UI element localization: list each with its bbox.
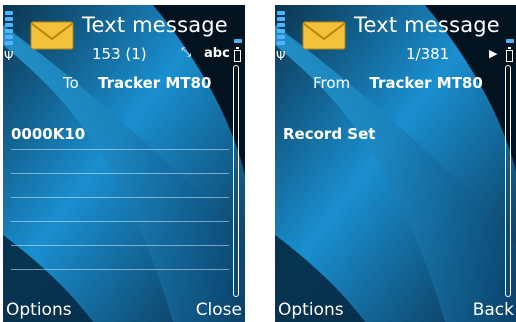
window-title: Text message	[82, 13, 228, 37]
navigation-arrow-icon: ▶	[489, 47, 498, 60]
options-softkey[interactable]: Options	[6, 300, 72, 320]
text-line	[11, 173, 229, 174]
text-input-icon: ⤡	[181, 45, 192, 60]
message-position: 1/381	[406, 45, 450, 63]
compose-screen: Ψ Text message 153 (1) ⤡ abc To Tracker …	[3, 5, 245, 322]
scrollbar[interactable]	[505, 65, 511, 297]
envelope-icon	[302, 21, 346, 50]
options-softkey[interactable]: Options	[278, 300, 344, 320]
antenna-icon: Ψ	[4, 49, 14, 63]
envelope-icon	[30, 21, 74, 50]
recipient-row[interactable]: To Tracker MT80	[63, 74, 211, 92]
input-mode-indicator: abc	[204, 46, 230, 61]
char-counter: 153 (1)	[92, 45, 147, 63]
battery-icon	[234, 47, 241, 62]
back-softkey[interactable]: Back	[473, 300, 514, 320]
signal-strength-icon	[5, 11, 13, 47]
sender-value: Tracker MT80	[369, 74, 483, 92]
antenna-icon: Ψ	[276, 49, 286, 63]
signal-strength-icon	[277, 11, 285, 47]
wallpaper	[275, 5, 516, 322]
text-line	[11, 197, 229, 198]
message-body: Record Set	[283, 125, 376, 143]
text-line	[11, 245, 229, 246]
close-softkey[interactable]: Close	[196, 300, 242, 320]
battery-level-icon	[506, 39, 514, 45]
battery-level-icon	[234, 39, 242, 45]
recipient-value: Tracker MT80	[98, 74, 212, 92]
window-title: Text message	[354, 13, 500, 37]
sender-label: From	[313, 74, 351, 92]
sender-row: From Tracker MT80	[313, 74, 483, 92]
battery-icon	[506, 47, 513, 62]
recipient-label: To	[63, 74, 79, 92]
text-line	[11, 221, 229, 222]
scrollbar[interactable]	[233, 65, 239, 297]
view-screen: Ψ Text message 1/381 ▶ From Tracker MT80…	[275, 5, 516, 322]
message-body[interactable]: 0000K10	[11, 125, 85, 143]
text-line	[11, 269, 229, 270]
text-line	[11, 149, 229, 150]
